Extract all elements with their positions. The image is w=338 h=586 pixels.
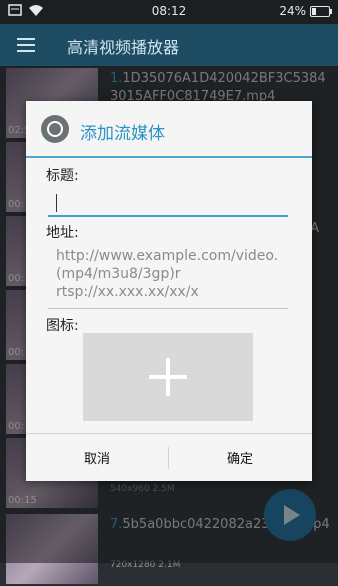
address-label: 地址: xyxy=(46,225,79,241)
battery-icon xyxy=(310,5,332,17)
plus-icon xyxy=(149,358,187,396)
dialog-header: 添加流媒体 xyxy=(26,101,312,158)
cancel-button[interactable]: 取消 xyxy=(26,434,168,481)
battery-percent: 24% xyxy=(279,4,306,18)
dialog-title: 添加流媒体 xyxy=(80,124,165,144)
dialog-divider xyxy=(26,156,312,158)
status-bar: 08:12 24% xyxy=(0,0,338,24)
title-input[interactable] xyxy=(48,189,288,217)
menu-icon[interactable] xyxy=(17,38,35,56)
status-icons-right: 24% xyxy=(279,4,332,18)
app-title: 高清视频播放器 xyxy=(67,38,180,57)
add-icon-button[interactable] xyxy=(83,333,253,421)
address-placeholder: http://www.example.com/video.(mp4/m3u8/3… xyxy=(56,248,279,300)
text-caret xyxy=(56,194,57,212)
title-label: 标题: xyxy=(46,168,79,184)
add-stream-dialog: 添加流媒体 标题: 地址: http://www.example.com/vid… xyxy=(26,101,312,481)
ok-button[interactable]: 确定 xyxy=(169,434,311,481)
media-icon xyxy=(41,115,69,143)
icon-label: 图标: xyxy=(46,318,79,334)
app-bar: 高清视频播放器 xyxy=(0,24,338,66)
